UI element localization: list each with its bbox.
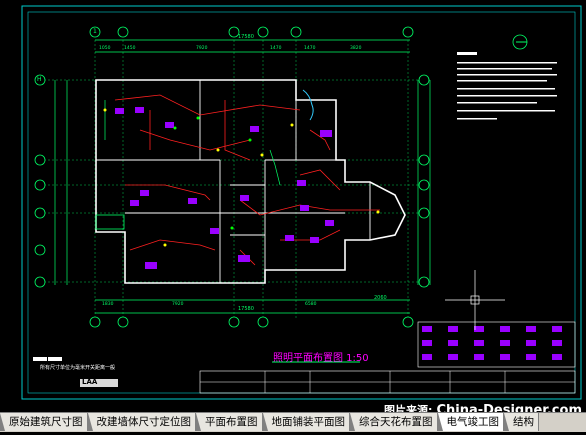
dim-top-part-3: 7920 — [196, 46, 208, 51]
tab-structure[interactable]: 结构 — [504, 413, 539, 431]
tab-floor-plan[interactable]: 平面布置图 — [196, 413, 263, 431]
layout-tabs: 原始建筑尺寸图 改建墙体尺寸定位图 平面布置图 地面铺装平面图 综合天花布置图 … — [0, 412, 586, 432]
dim-top-part-1: 1050 — [99, 46, 111, 51]
grid-label-left-1: H — [37, 76, 42, 83]
tab-ceiling-plan[interactable]: 综合天花布置图 — [350, 413, 438, 431]
dim-bottom-total: 17580 — [238, 306, 254, 312]
note-text: 所有尺寸单位为毫米开关距离一般 — [40, 365, 116, 371]
dim-top-part-2: 1450 — [124, 46, 136, 51]
dim-top-part-5: 1470 — [304, 46, 316, 51]
dim-bottom-part-2: 7920 — [172, 302, 184, 307]
tab-original-dimensions[interactable]: 原始建筑尺寸图 — [0, 413, 88, 431]
tab-flooring-plan[interactable]: 地面铺装平面图 — [262, 413, 350, 431]
dim-right-extra: 2060 — [374, 295, 387, 301]
logo: LAA — [82, 378, 98, 386]
dim-bottom-part-1: 1830 — [102, 302, 114, 307]
dim-top-part-6: 3820 — [350, 46, 362, 51]
tab-wall-positioning[interactable]: 改建墙体尺寸定位图 — [87, 413, 196, 431]
grid-label-top-1: 1 — [93, 28, 97, 35]
dim-top-total: 17580 — [238, 34, 254, 40]
dim-top-part-4: 1470 — [270, 46, 282, 51]
dim-bottom-part-3: 6580 — [305, 302, 317, 307]
tab-electrical[interactable]: 电气竣工图 — [437, 413, 504, 431]
plan-title: 照明平面布置图 1:50 — [273, 353, 369, 364]
cad-viewport[interactable]: 照明平面布置图 1:50 所有尺寸单位为毫米开关距离一般 LAA 17580 1… — [0, 0, 586, 431]
